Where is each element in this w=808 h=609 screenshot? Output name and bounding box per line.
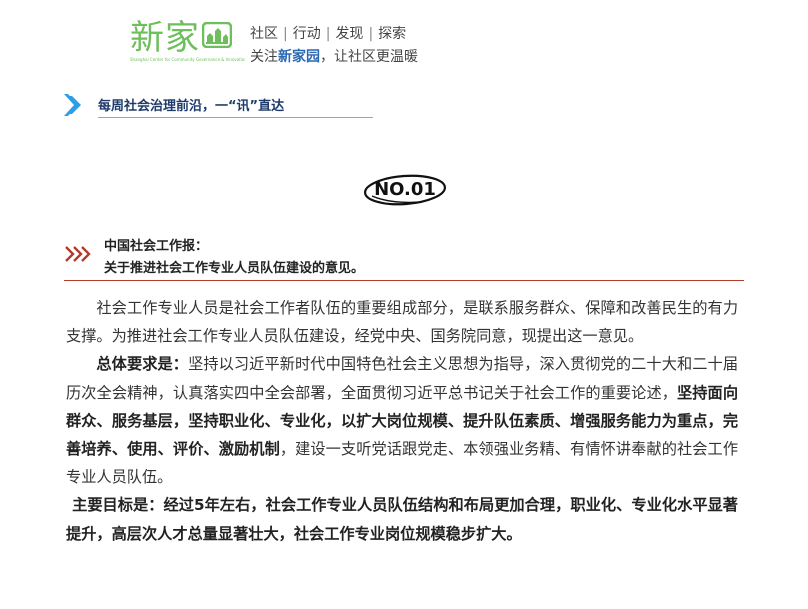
nav-item-discover[interactable]: 发现 [335, 26, 363, 42]
triple-chevron-icon [65, 246, 91, 262]
section-divider [64, 280, 744, 281]
site-logo[interactable]: 新家 Shanghai Center for Community Governa… [130, 18, 245, 64]
label-general-requirements: 总体要求是： [96, 355, 189, 374]
nav-separator: | [283, 26, 288, 42]
logo-subtext: Shanghai Center for Community Governance… [130, 57, 245, 62]
house-icon [202, 22, 232, 48]
nav-separator: | [368, 26, 374, 42]
logo-text: 新家 [130, 18, 200, 58]
text-main-goals: 主要目标是：经过5年左右，社会工作专业人员队伍结构和布局更加合理，职业化、专业化… [66, 496, 738, 543]
tagline-prefix: 关注 [250, 49, 278, 65]
tagline-brand: 新家园 [278, 49, 320, 65]
section-number: NO.01 [374, 179, 436, 200]
double-chevron-icon [64, 94, 81, 116]
banner-underline [98, 117, 373, 118]
section-heading: 中国社会工作报： 关于推进社会工作专业人员队伍建设的意见。 [64, 232, 744, 284]
section-title: 关于推进社会工作专业人员队伍建设的意见。 [104, 261, 365, 276]
nav-separator: | [325, 26, 331, 42]
nav-item-action[interactable]: 行动 [293, 26, 321, 42]
nav-item-community[interactable]: 社区 [250, 26, 278, 42]
section-number-badge: NO.01 [360, 170, 450, 210]
header-nav: 社区 | 行动 | 发现 | 探索 [250, 23, 406, 43]
tagline-suffix: ，让社区更温暖 [320, 49, 418, 65]
paragraph-intro: 社会工作专业人员是社会工作者队伍的重要组成部分，是联系服务群众、保障和改善民生的… [66, 299, 738, 346]
header-tagline: 关注新家园，让社区更温暖 [250, 46, 418, 66]
banner-text: 每周社会治理前沿，一“讯”直达 [98, 99, 285, 114]
nav-item-explore[interactable]: 探索 [378, 26, 406, 42]
section-source: 中国社会工作报： [104, 239, 209, 254]
paragraph-main-goals: 主要目标是：经过5年左右，社会工作专业人员队伍结构和布局更加合理，职业化、专业化… [66, 491, 738, 547]
article-body: 社会工作专业人员是社会工作者队伍的重要组成部分，是联系服务群众、保障和改善民生的… [66, 294, 738, 548]
paragraph-general-requirements: 总体要求是：坚持以习近平新时代中国特色社会主义思想为指导，深入贯彻党的二十大和二… [66, 350, 738, 491]
